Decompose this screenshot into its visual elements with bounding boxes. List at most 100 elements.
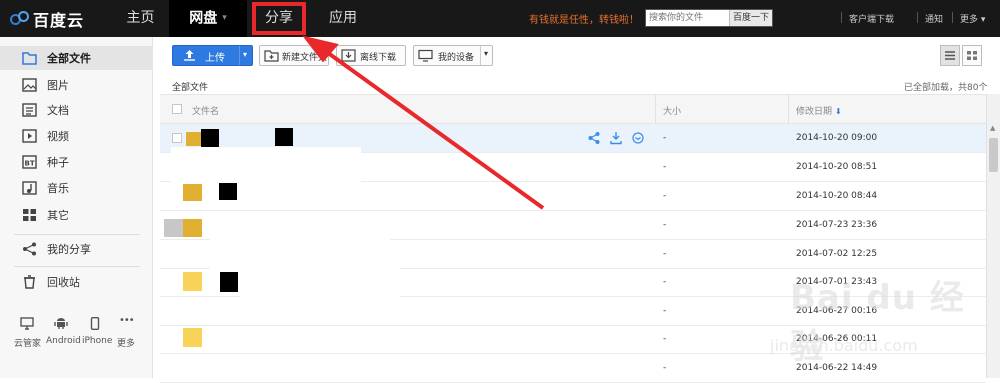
monitor-icon[interactable] — [20, 317, 34, 330]
row-actions — [588, 131, 648, 145]
sidebar-item-label: 音乐 — [47, 182, 69, 195]
search-input[interactable] — [646, 10, 729, 26]
cell-size: - — [663, 363, 667, 373]
column-header-size[interactable]: 大小 — [663, 104, 681, 117]
sidebar-item-label: 全部文件 — [47, 52, 91, 65]
cell-size: - — [663, 191, 667, 201]
more-dots-icon[interactable]: ••• — [119, 315, 135, 326]
music-icon — [22, 181, 37, 195]
sidebar-divider — [14, 266, 140, 267]
my-devices-label: 我的设备 — [438, 53, 475, 63]
table-header: 文件名 大小 修改日期 ⬇ — [160, 94, 986, 124]
cell-size: - — [663, 306, 667, 316]
divider — [655, 95, 656, 123]
search-button[interactable]: 百度一下 — [729, 10, 772, 26]
cell-size: - — [663, 277, 667, 287]
sidebar-divider — [14, 234, 140, 235]
redaction-block — [164, 219, 184, 237]
divider — [239, 46, 240, 65]
select-all-checkbox[interactable] — [172, 104, 182, 114]
table-row[interactable]: - 2014-10-20 08:44 — [160, 182, 986, 211]
folder-icon — [183, 272, 202, 291]
cell-date: 2014-07-02 12:25 — [796, 249, 878, 259]
sidebar-item-other[interactable]: 其它 — [0, 203, 153, 227]
row-checkbox[interactable] — [172, 133, 182, 143]
android-icon[interactable] — [54, 317, 68, 330]
nav-home[interactable]: 主页 — [112, 0, 169, 37]
cell-size: - — [663, 133, 667, 143]
offline-download-button[interactable]: 离线下载 — [336, 45, 406, 66]
sidebar-item-torrents[interactable]: BT 种子 — [0, 150, 153, 174]
nav-netdisk[interactable]: 网盘 ▾ — [169, 0, 247, 37]
search-box: 百度一下 — [645, 9, 773, 27]
sidebar-item-documents[interactable]: 文档 — [0, 98, 153, 122]
cell-size: - — [663, 220, 667, 230]
divider — [841, 12, 842, 23]
breadcrumb[interactable]: 全部文件 — [172, 80, 208, 93]
grid-icon — [967, 51, 977, 60]
device-label: 云管家 — [14, 339, 42, 349]
divider — [952, 12, 953, 23]
download-icon — [341, 49, 356, 62]
cell-date: 2014-10-20 08:51 — [796, 162, 878, 172]
redaction-block — [275, 128, 293, 146]
promo-link[interactable]: 有钱就是任性，转钱啦！ — [529, 11, 639, 26]
sidebar-item-images[interactable]: 图片 — [0, 73, 153, 97]
trash-icon — [24, 275, 35, 289]
upload-label: 上传 — [205, 53, 225, 64]
video-icon — [22, 129, 37, 143]
sidebar-item-label: 文档 — [47, 104, 69, 117]
nav-apps-label: 应用 — [329, 10, 357, 26]
share-icon[interactable] — [588, 131, 600, 145]
redaction-block — [201, 129, 219, 147]
scroll-thumb[interactable] — [989, 138, 998, 172]
chevron-down-icon[interactable]: ▾ — [484, 49, 488, 58]
more-options-icon[interactable] — [632, 131, 644, 145]
more-menu-link[interactable]: 更多 ▾ — [960, 12, 985, 25]
sidebar-item-music[interactable]: 音乐 — [0, 176, 153, 200]
offline-download-label: 离线下载 — [360, 53, 397, 63]
download-icon[interactable] — [610, 131, 622, 145]
redaction-block — [171, 147, 361, 183]
phone-icon[interactable] — [88, 317, 102, 330]
folder-icon — [22, 52, 37, 65]
watermark-url: jingyan.baidu.com — [770, 336, 918, 355]
device-icon — [418, 49, 433, 62]
sort-desc-icon: ⬇ — [835, 107, 842, 116]
column-header-date[interactable]: 修改日期 ⬇ — [796, 104, 842, 117]
cell-size: - — [663, 162, 667, 172]
grid-icon — [23, 209, 36, 221]
redaction-block — [210, 213, 390, 269]
sidebar-item-recycle-bin[interactable]: 回收站 — [0, 270, 153, 294]
chevron-down-icon: ▾ — [980, 15, 986, 25]
upload-button[interactable]: 上传 ▾ — [172, 45, 253, 66]
device-label: 更多 — [117, 339, 136, 349]
column-header-name[interactable]: 文件名 — [192, 104, 219, 117]
sidebar-item-videos[interactable]: 视频 — [0, 124, 153, 148]
notifications-link[interactable]: 通知 — [925, 12, 943, 25]
upload-icon — [184, 50, 195, 61]
folder-icon — [183, 328, 202, 347]
document-icon — [22, 103, 37, 117]
sidebar-item-label: 图片 — [47, 79, 69, 92]
sidebar-item-all-files[interactable]: 全部文件 — [0, 46, 153, 70]
sidebar-item-label: 视频 — [47, 130, 69, 143]
chevron-down-icon[interactable]: ▾ — [243, 50, 247, 59]
new-folder-icon — [264, 50, 279, 62]
divider — [788, 95, 789, 123]
sidebar-item-my-shares[interactable]: 我的分享 — [0, 237, 153, 261]
torrent-badge: BT — [25, 160, 35, 168]
list-view-button[interactable] — [940, 45, 960, 66]
my-devices-button[interactable]: 我的设备 ▾ — [413, 45, 493, 66]
grid-view-button[interactable] — [962, 45, 982, 66]
scroll-up-arrow-icon[interactable]: ▲ — [990, 124, 995, 132]
baidu-cloud-logo[interactable]: 百度云 — [10, 8, 84, 30]
column-header-date-label: 修改日期 — [796, 107, 833, 117]
divider — [917, 12, 918, 23]
client-download-link[interactable]: 客户端下载 — [849, 12, 894, 25]
new-folder-button[interactable]: 新建文件夹 — [259, 45, 329, 66]
chevron-down-icon: ▾ — [222, 13, 227, 23]
nav-apps[interactable]: 应用 — [316, 0, 370, 37]
sidebar-item-label: 种子 — [47, 156, 69, 169]
sidebar-item-label: 回收站 — [47, 276, 80, 289]
